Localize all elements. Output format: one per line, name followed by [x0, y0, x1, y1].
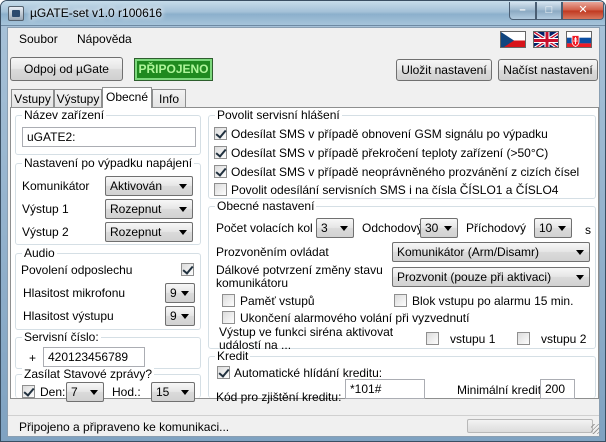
mic-volume-select[interactable]: 9	[165, 283, 195, 303]
device-name-input[interactable]: uGATE2:	[22, 127, 196, 147]
maximize-button[interactable]: □	[536, 2, 562, 20]
device-name-group: Název zařízení uGATE2:	[15, 108, 201, 155]
general-settings-group-label: Obecné nastavení	[215, 199, 317, 213]
status-bar: Připojeno a připraveno ke komunikaci...	[8, 415, 599, 436]
output-volume-select[interactable]: 9	[165, 306, 195, 326]
auto-credit-checkbox[interactable]	[217, 366, 230, 379]
tab-page-obecne: Název zařízení uGATE2: Nastavení po výpa…	[10, 107, 599, 404]
output2-select[interactable]: Rozepnut	[105, 222, 193, 242]
slovak-flag-icon[interactable]	[566, 31, 592, 48]
tab-info[interactable]: Info	[152, 89, 186, 108]
output-volume-label: Hlasitost výstupu	[23, 309, 114, 323]
service-number-group-label: Servisní číslo:	[22, 330, 101, 344]
service-sms-numbers-checkbox[interactable]	[214, 183, 227, 196]
service-number-prefix: +	[29, 351, 37, 365]
connection-status-badge: PŘIPOJENO	[134, 58, 213, 81]
status-sms-group-label: Zasílat Stavové zprávy?	[22, 367, 155, 381]
incoming-label: Příchodový	[466, 221, 527, 235]
unauthorized-call-checkbox[interactable]	[214, 165, 227, 178]
close-button[interactable]: ✕	[562, 2, 604, 20]
day-label: Den:	[40, 385, 66, 399]
minimize-button[interactable]: –	[509, 2, 536, 20]
audio-group: Audio Povolení odposlechu Hlasitost mikr…	[15, 246, 201, 330]
main-window: µGATE-set v1.0 r100616 – □ ✕ Soubor Nápo…	[0, 0, 606, 442]
hour-select[interactable]: 15	[151, 382, 195, 402]
day-select[interactable]: 7	[66, 382, 104, 402]
output2-label: Výstup 2	[22, 225, 69, 239]
gsm-restore-label: Odesílat SMS v případě obnovení GSM sign…	[231, 127, 548, 141]
end-call-checkbox[interactable]	[222, 311, 235, 324]
rings-label: Počet volacích kol	[216, 221, 313, 235]
credit-code-label: Kód pro zjištění kreditu:	[216, 390, 342, 404]
min-credit-label: Minimální kredit:	[457, 383, 545, 397]
service-reports-group-label: Povolit servisní hlášení	[215, 108, 342, 122]
unauthorized-call-label: Odesílat SMS v případě neoprávněného pro…	[231, 165, 580, 179]
listen-label: Povolení odposlechu	[21, 263, 133, 277]
mic-volume-label: Hlasitost mikrofonu	[23, 286, 126, 300]
gsm-restore-checkbox[interactable]	[214, 127, 227, 140]
incoming-select[interactable]: 10	[534, 218, 572, 238]
seconds-unit-label: s	[585, 223, 591, 237]
disconnect-button[interactable]: Odpoj od µGate	[10, 57, 123, 81]
remote-confirm-select[interactable]: Prozvonit (pouze při aktivaci)	[392, 267, 590, 287]
siren-input1-checkbox[interactable]	[426, 332, 439, 345]
status-text: Připojeno a připraveno ke komunikaci...	[19, 420, 230, 434]
block-label: Blok vstupu po alarmu 15 min.	[412, 294, 574, 308]
ring-control-label: Prozvoněním ovládat	[216, 245, 329, 259]
temperature-checkbox[interactable]	[214, 146, 227, 159]
title-bar[interactable]: µGATE-set v1.0 r100616 – □ ✕	[1, 1, 605, 26]
memory-checkbox[interactable]	[222, 294, 235, 307]
menu-soubor[interactable]: Soubor	[19, 32, 58, 46]
siren-input2-checkbox[interactable]	[517, 332, 530, 345]
siren-input2-label: vstupu 2	[541, 332, 587, 346]
tab-vstupy[interactable]: Vstupy	[11, 89, 54, 108]
client-area: Soubor Nápověda Odpoj od µGate PŘIPOJENO…	[7, 27, 600, 437]
min-credit-input[interactable]: 200	[540, 379, 575, 399]
remote-confirm-label: Dálkové potvrzení změny stavu komunikáto…	[216, 263, 383, 290]
communicator-label: Komunikátor	[22, 179, 90, 193]
service-reports-group: Povolit servisní hlášení Odesílat SMS v …	[208, 108, 596, 199]
listen-checkbox[interactable]	[181, 263, 194, 276]
menu-napoveda[interactable]: Nápověda	[77, 32, 132, 46]
tab-obecne[interactable]: Obecné	[102, 87, 152, 108]
memory-label: Paměť vstupů	[240, 294, 315, 308]
output1-label: Výstup 1	[22, 202, 69, 216]
uk-flag-icon[interactable]	[533, 31, 559, 48]
end-call-label: Ukončení alarmového volání při vyzvednut…	[240, 311, 470, 325]
rings-select[interactable]: 3	[316, 218, 354, 238]
service-number-group: Servisní číslo: + 420123456789	[15, 330, 201, 369]
power-loss-group: Nastavení po výpadku napájení Komunikáto…	[15, 156, 201, 245]
communicator-select[interactable]: Aktivován	[105, 176, 193, 196]
outgoing-label: Odchodový	[362, 221, 423, 235]
temperature-label: Odesílat SMS v případě překročení teplot…	[231, 146, 549, 160]
status-sms-checkbox[interactable]	[22, 385, 35, 398]
hour-label: Hod.:	[112, 385, 141, 399]
audio-group-label: Audio	[22, 246, 57, 260]
app-icon	[8, 6, 24, 21]
progress-bar	[467, 419, 593, 433]
resize-grip-icon[interactable]	[591, 424, 599, 434]
load-settings-button[interactable]: Načíst nastavení	[498, 59, 598, 81]
general-settings-group: Obecné nastavení Počet volacích kol 3 Od…	[208, 199, 596, 352]
power-loss-group-label: Nastavení po výpadku napájení	[22, 156, 195, 170]
czech-flag-icon[interactable]	[500, 31, 526, 48]
ring-control-select[interactable]: Komunikátor (Arm/Disamr)	[392, 242, 590, 262]
tab-vystupy[interactable]: Výstupy	[54, 89, 102, 108]
outgoing-select[interactable]: 30	[420, 218, 458, 238]
block-checkbox[interactable]	[394, 294, 407, 307]
siren-input1-label: vstupu 1	[450, 332, 496, 346]
credit-group-label: Kredit	[215, 349, 251, 363]
save-settings-button[interactable]: Uložit nastavení	[396, 59, 492, 81]
service-number-input[interactable]: 420123456789	[43, 347, 145, 367]
status-sms-group: Zasílat Stavové zprávy? Den: 7 Hod.: 15	[15, 367, 201, 402]
output1-select[interactable]: Rozepnut	[105, 199, 193, 219]
auto-credit-label: Automatické hlídání kreditu:	[234, 366, 383, 380]
service-sms-numbers-label: Povolit odesílání servisních SMS i na čí…	[231, 183, 559, 197]
window-title: µGATE-set v1.0 r100616	[30, 6, 163, 20]
credit-code-input[interactable]: *101#	[345, 379, 425, 399]
device-name-group-label: Název zařízení	[22, 108, 107, 122]
